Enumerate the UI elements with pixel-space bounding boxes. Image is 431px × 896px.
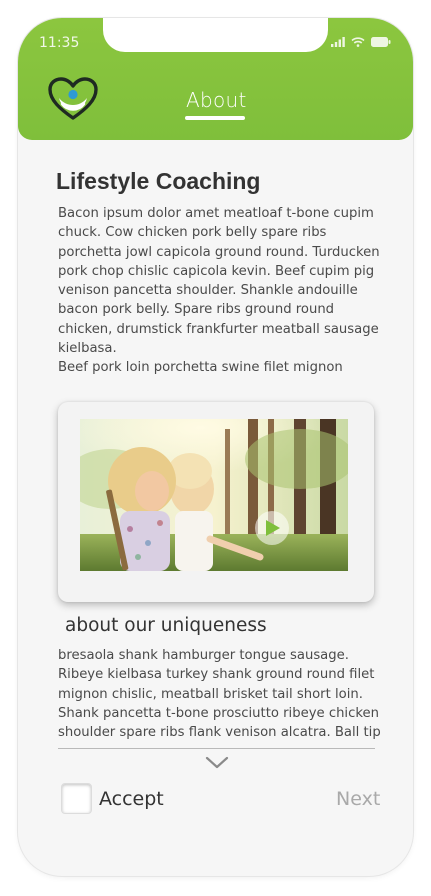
status-time: 11:35 <box>39 35 80 51</box>
video-thumbnail[interactable] <box>80 419 348 571</box>
status-icons <box>331 37 391 47</box>
play-button[interactable] <box>255 511 289 545</box>
tab-about[interactable]: About <box>186 88 247 112</box>
heart-hands-logo-icon[interactable] <box>46 76 100 122</box>
accept-checkbox[interactable] <box>61 783 92 814</box>
active-tab-indicator <box>185 116 245 120</box>
divider <box>58 748 375 749</box>
accept-label[interactable]: Accept <box>99 788 164 810</box>
chevron-down-icon[interactable] <box>205 756 229 770</box>
video-card[interactable] <box>58 402 374 602</box>
battery-icon <box>371 37 391 47</box>
section-subtitle: about our uniqueness <box>65 615 267 636</box>
device-notch <box>103 18 328 52</box>
play-icon <box>266 520 280 536</box>
intro-paragraph: Bacon ipsum dolor amet meatloaf t-bone c… <box>58 206 380 376</box>
signal-icon <box>331 37 345 47</box>
uniqueness-paragraph: bresaola shank hamburger tongue sausage.… <box>58 648 381 741</box>
wifi-icon <box>351 37 365 47</box>
page-title: Lifestyle Coaching <box>56 168 261 194</box>
next-button[interactable]: Next <box>336 788 380 810</box>
phone-screen: 11:35 About Lifestyle Coaching Bacon ips… <box>18 18 413 876</box>
